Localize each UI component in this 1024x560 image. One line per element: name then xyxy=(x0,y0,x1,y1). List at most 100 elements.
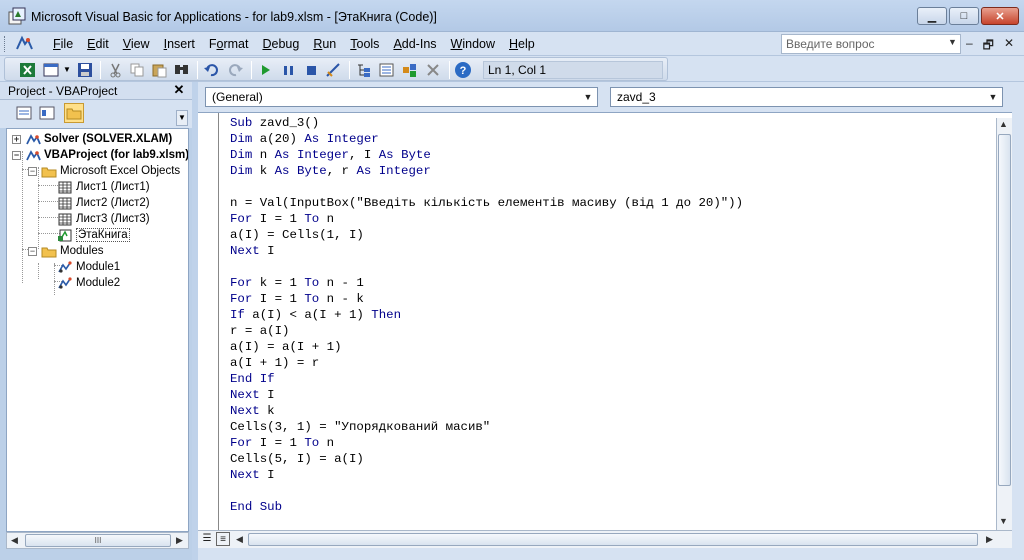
code-line[interactable] xyxy=(230,179,743,195)
toolbox-icon[interactable] xyxy=(425,62,442,78)
tree-item-module1[interactable]: Module1 xyxy=(44,259,120,275)
view-object-button[interactable] xyxy=(37,103,57,123)
menu-debug[interactable]: Debug xyxy=(255,36,306,52)
code-line[interactable]: Sub zavd_3() xyxy=(230,115,743,131)
tree-expander-icon[interactable]: + xyxy=(12,134,21,144)
code-scroll-left-icon[interactable]: ◀ xyxy=(236,534,243,545)
menu-run[interactable]: Run xyxy=(306,36,343,52)
tree-item-modules[interactable]: − Modules xyxy=(28,243,103,259)
find-icon[interactable] xyxy=(173,62,190,78)
menu-window[interactable]: Window xyxy=(444,36,502,52)
copy-icon[interactable] xyxy=(129,62,146,78)
tree-item-лист2-лист2[interactable]: Лист2 (Лист2) xyxy=(44,195,150,211)
mdi-minimize-button[interactable]: – xyxy=(966,36,973,57)
code-vscroll-thumb[interactable] xyxy=(998,134,1011,486)
maximize-button[interactable]: □ xyxy=(949,7,979,25)
menu-file[interactable]: File xyxy=(46,36,80,52)
code-line[interactable]: Dim a(20) As Integer xyxy=(230,131,743,147)
tree-item-solver-solver-xlam[interactable]: + Solver (SOLVER.XLAM) xyxy=(12,131,172,147)
code-line[interactable]: Next I xyxy=(230,467,743,483)
cut-icon[interactable] xyxy=(107,62,124,78)
project-pane-close-button[interactable]: ✕ xyxy=(172,83,186,97)
project-tree-scroll-thumb[interactable]: III xyxy=(25,534,171,547)
code-vscrollbar[interactable]: ▲ ▼ xyxy=(996,118,1012,530)
code-line[interactable]: Next I xyxy=(230,243,743,259)
code-line[interactable]: Dim k As Byte, r As Integer xyxy=(230,163,743,179)
code-line[interactable]: Cells(5, I) = a(I) xyxy=(230,451,743,467)
close-button[interactable]: ✕ xyxy=(981,7,1019,25)
project-toolbar-overflow-icon[interactable]: ▼ xyxy=(176,110,188,126)
mdi-close-button[interactable]: ✕ xyxy=(1004,36,1014,57)
code-line[interactable]: a(I) = a(I + 1) xyxy=(230,339,743,355)
scroll-down-icon[interactable]: ▼ xyxy=(999,516,1008,526)
code-margin-indicator-bar[interactable] xyxy=(198,113,219,531)
minimize-button[interactable]: ▁ xyxy=(917,7,947,25)
code-line[interactable]: a(I + 1) = r xyxy=(230,355,743,371)
design-mode-icon[interactable] xyxy=(325,62,342,78)
code-text[interactable]: Sub zavd_3() Dim a(20) As Integer Dim n As… xyxy=(230,115,743,515)
properties-window-icon[interactable] xyxy=(378,62,395,78)
procedure-combo[interactable]: zavd_3 ▼ xyxy=(610,87,1003,107)
toggle-folders-button[interactable] xyxy=(64,103,84,123)
tree-expander-icon[interactable]: − xyxy=(12,150,21,160)
code-line[interactable]: a(I) = Cells(1, I) xyxy=(230,227,743,243)
menu-grip[interactable] xyxy=(4,36,7,52)
code-line[interactable]: Next I xyxy=(230,387,743,403)
view-excel-icon[interactable] xyxy=(19,62,36,78)
help-icon[interactable]: ? xyxy=(454,61,472,79)
insert-dropdown-icon[interactable]: ▼ xyxy=(63,65,71,74)
code-line[interactable]: r = a(I) xyxy=(230,323,743,339)
code-hscroll-thumb[interactable] xyxy=(248,533,978,546)
reset-icon[interactable] xyxy=(303,62,320,78)
tree-expander-icon[interactable]: − xyxy=(28,246,37,256)
scroll-left-icon[interactable]: ◀ xyxy=(11,535,18,546)
menu-addins[interactable]: Add-Ins xyxy=(386,36,443,52)
tree-item-vbaproject-for-lab9-xlsm[interactable]: − VBAProject (for lab9.xlsm) xyxy=(12,147,188,163)
tree-item-лист3-лист3[interactable]: Лист3 (Лист3) xyxy=(44,211,150,227)
tree-item-лист1-лист1[interactable]: Лист1 (Лист1) xyxy=(44,179,150,195)
mdi-restore-button[interactable]: 🗗 xyxy=(983,36,994,57)
code-line[interactable]: End If xyxy=(230,371,743,387)
help-question-input[interactable]: Введите вопрос xyxy=(781,34,961,54)
scroll-up-icon[interactable]: ▲ xyxy=(999,119,1008,129)
code-line[interactable]: If a(I) < a(I + 1) Then xyxy=(230,307,743,323)
tree-expander-icon[interactable]: − xyxy=(28,166,37,176)
code-line[interactable]: n = Val(InputBox("Введіть кількість елем… xyxy=(230,195,743,211)
code-line[interactable]: End Sub xyxy=(230,499,743,515)
code-line[interactable]: For I = 1 To n xyxy=(230,211,743,227)
break-icon[interactable] xyxy=(280,62,297,78)
code-line[interactable]: Next k xyxy=(230,403,743,419)
code-line[interactable]: For I = 1 To n xyxy=(230,435,743,451)
procedure-combo-arrow-icon[interactable]: ▼ xyxy=(986,90,1000,104)
insert-userform-icon[interactable] xyxy=(43,62,60,78)
code-line[interactable]: For I = 1 To n - k xyxy=(230,291,743,307)
object-browser-icon[interactable] xyxy=(401,62,418,78)
project-explorer-icon[interactable] xyxy=(355,62,372,78)
menu-insert[interactable]: Insert xyxy=(157,36,202,52)
object-combo-arrow-icon[interactable]: ▼ xyxy=(581,90,595,104)
save-icon[interactable] xyxy=(77,62,94,78)
menu-view[interactable]: View xyxy=(116,36,157,52)
menu-edit[interactable]: Edit xyxy=(80,36,116,52)
tree-item-microsoft-excel-objects[interactable]: − Microsoft Excel Objects xyxy=(28,163,180,179)
undo-icon[interactable] xyxy=(203,62,220,78)
menu-format[interactable]: Format xyxy=(202,36,256,52)
code-line[interactable]: Cells(3, 1) = "Упорядкований масив" xyxy=(230,419,743,435)
code-editor[interactable]: Sub zavd_3() Dim a(20) As Integer Dim n As… xyxy=(198,112,1012,531)
scroll-right-icon[interactable]: ▶ xyxy=(176,535,183,546)
run-icon[interactable] xyxy=(257,62,274,78)
help-dropdown-arrow-icon[interactable]: ▼ xyxy=(948,37,957,47)
code-scroll-right-icon[interactable]: ▶ xyxy=(986,534,993,545)
redo-icon[interactable] xyxy=(227,62,244,78)
object-combo[interactable]: (General) ▼ xyxy=(205,87,598,107)
vba-menu-icon[interactable] xyxy=(14,35,34,53)
project-tree-hscrollbar[interactable]: ◀ III ▶ xyxy=(6,532,189,549)
code-line[interactable] xyxy=(230,259,743,275)
procedure-view-icon[interactable]: ☰ xyxy=(200,532,214,546)
view-code-button[interactable] xyxy=(14,103,34,123)
code-line[interactable] xyxy=(230,483,743,499)
tree-item-module2[interactable]: Module2 xyxy=(44,275,120,291)
code-line[interactable]: For k = 1 To n - 1 xyxy=(230,275,743,291)
menu-help[interactable]: Help xyxy=(502,36,542,52)
full-module-view-icon[interactable]: ≡ xyxy=(216,532,230,546)
